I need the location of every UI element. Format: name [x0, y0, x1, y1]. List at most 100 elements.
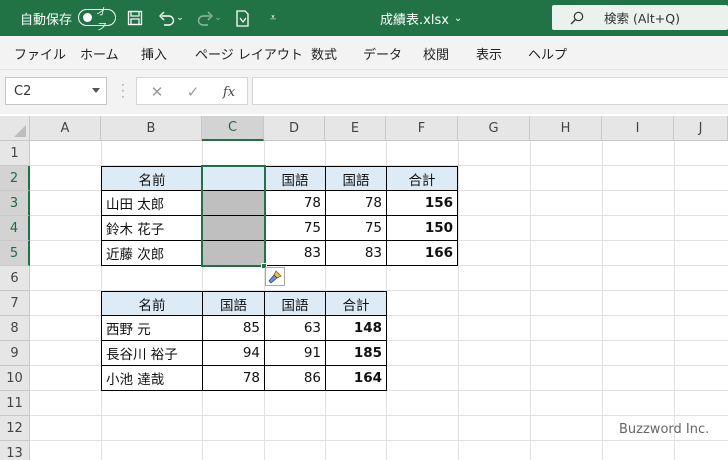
table1-cell-name[interactable]: 山田 太郎	[101, 190, 203, 216]
table1-header-total[interactable]: 合計	[386, 166, 458, 191]
table1-cell-total[interactable]: 166	[386, 240, 458, 266]
row-header-10[interactable]: 10	[0, 366, 30, 391]
table2-cell-total[interactable]: 148	[325, 315, 387, 341]
table2-header-total[interactable]: 合計	[325, 291, 387, 316]
search-box[interactable]: 検索 (Alt+Q)	[552, 5, 728, 30]
toggle-knob	[83, 13, 92, 22]
table1-cell-e[interactable]: 75	[325, 215, 387, 241]
table1-cell-d[interactable]: 75	[264, 215, 326, 241]
row-header-13[interactable]: 13	[0, 441, 30, 460]
row-header-11[interactable]: 11	[0, 391, 30, 416]
customize-toolbar-icon[interactable]: ⩡	[262, 0, 284, 36]
column-header-i[interactable]: I	[602, 116, 674, 141]
tab-help[interactable]: ヘルプ	[528, 36, 567, 70]
column-header-b[interactable]: B	[101, 116, 202, 141]
table1-cell-d[interactable]: 78	[264, 190, 326, 216]
redo-dropdown-icon[interactable]: ⌄	[212, 0, 224, 36]
watermark: Buzzword Inc.	[619, 422, 710, 437]
table1-cell-name[interactable]: 近藤 次郎	[101, 240, 203, 266]
column-header-g[interactable]: G	[458, 116, 530, 141]
gridline	[530, 141, 531, 460]
search-placeholder: 検索 (Alt+Q)	[604, 11, 680, 26]
paintbrush-icon[interactable]	[265, 267, 285, 286]
row-header-8[interactable]: 8	[0, 316, 30, 341]
column-header-a[interactable]: A	[30, 116, 101, 141]
tab-review[interactable]: 校閲	[423, 36, 449, 70]
tab-file[interactable]: ファイル	[14, 36, 66, 70]
formula-buttons: ✕ ✓ fx	[136, 77, 248, 105]
document-title[interactable]: 成績表.xlsx ⌄	[380, 0, 462, 36]
formula-bar-grip-icon[interactable]: · · ·	[121, 79, 125, 103]
autosave-toggle[interactable]: オフ	[78, 7, 116, 33]
table2-cell-d[interactable]: 86	[264, 365, 326, 391]
row-header-3[interactable]: 3	[0, 191, 30, 216]
tab-insert[interactable]: 挿入	[141, 36, 167, 70]
gridline	[458, 141, 459, 460]
column-header-f[interactable]: F	[386, 116, 458, 141]
table2-cell-c[interactable]: 78	[202, 365, 265, 391]
tab-home[interactable]: ホーム	[80, 36, 119, 70]
name-box-value: C2	[14, 83, 32, 99]
name-box[interactable]: C2	[5, 77, 107, 105]
row-header-1[interactable]: 1	[0, 141, 30, 166]
tab-formulas[interactable]: 数式	[311, 36, 337, 70]
table2-cell-d[interactable]: 63	[264, 315, 326, 341]
row-header-9[interactable]: 9	[0, 341, 30, 366]
table1-header-d[interactable]: 国語	[264, 166, 326, 191]
row-header-6[interactable]: 6	[0, 266, 30, 291]
row-header-4[interactable]: 4	[0, 216, 30, 241]
autosave-state: オフ	[95, 6, 106, 33]
gridline	[30, 415, 728, 416]
table2-cell-c[interactable]: 85	[202, 315, 265, 341]
select-all-button[interactable]	[0, 116, 30, 141]
enter-icon[interactable]: ✓	[181, 78, 205, 106]
worksheet-grid[interactable]: A B C D E F G H I J 1 2 3 4 5 6 7 8 9 10…	[0, 116, 728, 460]
undo-dropdown-icon[interactable]: ⌄	[174, 0, 186, 36]
table1-cell-total[interactable]: 150	[386, 215, 458, 241]
tab-view[interactable]: 表示	[476, 36, 502, 70]
table1-cell-e[interactable]: 78	[325, 190, 387, 216]
column-header-c[interactable]: C	[202, 116, 264, 141]
save-icon[interactable]	[124, 0, 146, 36]
title-bar: 自動保存 オフ ⌄ ⌄ ⩡ 成績表.xlsx ⌄ 検索 (Alt+Q)	[0, 0, 728, 36]
row-header-12[interactable]: 12	[0, 416, 30, 441]
table2-cell-d[interactable]: 91	[264, 340, 326, 366]
insert-function-icon[interactable]: fx	[217, 78, 241, 106]
tab-page-layout[interactable]: ページ レイアウト	[195, 36, 303, 70]
table2-header-name[interactable]: 名前	[101, 291, 203, 316]
formula-input[interactable]	[252, 77, 728, 105]
row-header-2[interactable]: 2	[0, 166, 30, 191]
table1-cell-total[interactable]: 156	[386, 190, 458, 216]
table2-cell-c[interactable]: 94	[202, 340, 265, 366]
table2-cell-total[interactable]: 185	[325, 340, 387, 366]
autosave-label: 自動保存	[20, 12, 73, 28]
document-icon[interactable]	[232, 0, 254, 36]
cancel-icon[interactable]: ✕	[145, 78, 169, 106]
row-header-5[interactable]: 5	[0, 241, 30, 266]
table2-cell-name[interactable]: 長谷川 裕子	[101, 340, 203, 366]
search-icon	[570, 11, 586, 25]
table1-cell-name[interactable]: 鈴木 花子	[101, 215, 203, 241]
table2-header-c[interactable]: 国語	[202, 291, 265, 316]
table1-cell-e[interactable]: 83	[325, 240, 387, 266]
table2-header-d[interactable]: 国語	[264, 291, 326, 316]
ribbon-tabs: ファイル ホーム 挿入 ページ レイアウト 数式 データ 校閲 表示 ヘルプ	[0, 36, 728, 70]
column-header-h[interactable]: H	[530, 116, 602, 141]
table1-header-e[interactable]: 国語	[325, 166, 387, 191]
column-header-d[interactable]: D	[264, 116, 325, 141]
chevron-down-icon[interactable]	[92, 88, 100, 93]
chevron-down-icon: ⌄	[453, 12, 463, 24]
column-header-j[interactable]: J	[674, 116, 728, 141]
row-header-7[interactable]: 7	[0, 291, 30, 316]
column-header-e[interactable]: E	[325, 116, 386, 141]
table2-cell-name[interactable]: 小池 達哉	[101, 365, 203, 391]
tab-data[interactable]: データ	[363, 36, 402, 70]
document-title-text: 成績表.xlsx	[380, 12, 449, 28]
table2-cell-name[interactable]: 西野 元	[101, 315, 203, 341]
gridline	[30, 440, 728, 441]
cell-selection-border	[201, 165, 266, 267]
table2-cell-total[interactable]: 164	[325, 365, 387, 391]
gridline	[602, 141, 603, 460]
table1-header-name[interactable]: 名前	[101, 166, 203, 191]
table1-cell-d[interactable]: 83	[264, 240, 326, 266]
